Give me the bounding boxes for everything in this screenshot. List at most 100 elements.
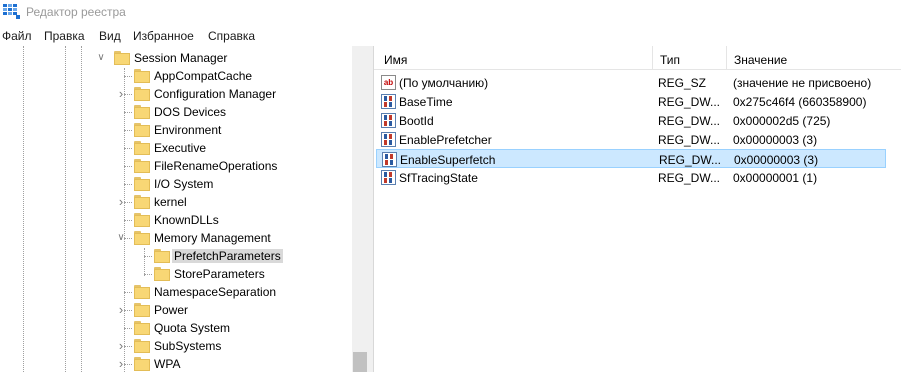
value-name: BaseTime xyxy=(399,95,453,109)
tree-node-label[interactable]: Memory Management xyxy=(152,231,273,245)
chevron-down-icon[interactable]: ∨ xyxy=(96,53,106,63)
tree-node-label[interactable]: Executive xyxy=(152,141,208,155)
binary-value-icon xyxy=(382,152,397,167)
menu-help[interactable]: Справка xyxy=(208,29,255,43)
value-row[interactable]: ab (По умолчанию) REG_SZ (значение не присв… xyxy=(376,73,886,92)
tree-node-label[interactable]: StoreParameters xyxy=(172,267,267,281)
value-type: REG_DW... xyxy=(658,114,721,128)
tree-connector xyxy=(124,292,132,293)
tree-node-label[interactable]: Quota System xyxy=(152,321,232,335)
tree-connector xyxy=(124,220,132,221)
menu-view[interactable]: Вид xyxy=(99,29,121,43)
value-row[interactable]: EnableSuperfetch REG_DW... 0x00000003 (3) xyxy=(376,149,886,168)
folder-icon xyxy=(134,69,150,83)
chevron-right-icon[interactable]: › xyxy=(116,357,126,370)
menu-bar: Файл Правка Вид Избранное Справка xyxy=(0,26,901,46)
tree-scrollbar-thumb[interactable] xyxy=(353,352,367,372)
value-type: REG_DW... xyxy=(658,95,721,109)
tree-guide-line xyxy=(81,46,82,372)
tree-guide-line xyxy=(65,46,66,372)
tree-node-label[interactable]: Environment xyxy=(152,123,223,137)
chevron-right-icon[interactable]: › xyxy=(116,339,126,352)
value-name: BootId xyxy=(399,114,434,128)
tree-connector xyxy=(144,256,152,257)
tree-node-label[interactable]: DOS Devices xyxy=(152,105,228,119)
binary-value-icon xyxy=(381,94,396,109)
value-name: EnableSuperfetch xyxy=(400,153,496,167)
value-row[interactable]: BaseTime REG_DW... 0x275c46f4 (660358900) xyxy=(376,92,886,111)
tree-node-label[interactable]: SubSystems xyxy=(152,339,223,353)
chevron-right-icon[interactable]: › xyxy=(116,87,126,100)
list-header: Имя Тип Значение xyxy=(374,46,901,70)
tree-node-label[interactable]: Session Manager xyxy=(132,51,229,65)
column-header-name[interactable]: Имя xyxy=(384,53,407,67)
string-value-icon: ab xyxy=(381,75,396,90)
value-data: 0x275c46f4 (660358900) xyxy=(733,95,867,109)
tree-connector xyxy=(124,328,132,329)
folder-icon xyxy=(134,213,150,227)
folder-icon xyxy=(114,51,130,65)
folder-icon xyxy=(134,159,150,173)
chevron-right-icon[interactable]: › xyxy=(116,303,126,316)
tree-node-label[interactable]: NamespaceSeparation xyxy=(152,285,278,299)
folder-icon xyxy=(154,267,170,281)
value-data: 0x000002d5 (725) xyxy=(733,114,831,128)
chevron-right-icon[interactable]: › xyxy=(116,195,126,208)
folder-icon xyxy=(134,357,150,371)
folder-icon xyxy=(134,123,150,137)
folder-icon xyxy=(134,105,150,119)
tree-node-label[interactable]: AppCompatCache xyxy=(152,69,254,83)
folder-icon xyxy=(134,87,150,101)
value-data: 0x00000001 (1) xyxy=(733,171,818,185)
menu-favorites[interactable]: Избранное xyxy=(133,29,194,43)
value-data: 0x00000003 (3) xyxy=(733,133,818,147)
value-row[interactable]: BootId REG_DW... 0x000002d5 (725) xyxy=(376,111,886,130)
value-data: (значение не присвоено) xyxy=(733,76,872,90)
value-row[interactable]: SfTracingState REG_DW... 0x00000001 (1) xyxy=(376,168,886,187)
value-type: REG_SZ xyxy=(658,76,707,90)
tree-node-label[interactable]: I/O System xyxy=(152,177,215,191)
column-separator[interactable] xyxy=(726,46,727,70)
binary-value-icon xyxy=(381,170,396,185)
tree-connector xyxy=(144,274,152,275)
folder-icon xyxy=(134,321,150,335)
value-type: REG_DW... xyxy=(659,153,722,167)
value-name: (По умолчанию) xyxy=(399,76,489,90)
tree-node-label[interactable]: WPA xyxy=(152,357,182,371)
menu-file[interactable]: Файл xyxy=(2,29,32,43)
tree-connector xyxy=(124,148,132,149)
values-list[interactable]: Имя Тип Значение ab (По умолчанию) REG_SZ (… xyxy=(374,46,901,372)
tree-node-label[interactable]: KnownDLLs xyxy=(152,213,221,227)
tree-node-label[interactable]: Configuration Manager xyxy=(152,87,278,101)
binary-value-icon xyxy=(381,132,396,147)
menu-edit[interactable]: Правка xyxy=(44,29,85,43)
folder-icon xyxy=(134,231,150,245)
window-title: Редактор реестра xyxy=(26,5,126,19)
tree-connector xyxy=(124,130,132,131)
value-type: REG_DW... xyxy=(658,133,721,147)
tree-scrollbar[interactable] xyxy=(352,46,368,372)
folder-icon xyxy=(134,195,150,209)
tree-node-label[interactable]: kernel xyxy=(152,195,189,209)
tree-node-label[interactable]: Power xyxy=(152,303,190,317)
tree-connector xyxy=(124,166,132,167)
folder-icon xyxy=(134,285,150,299)
chevron-down-icon[interactable]: ∨ xyxy=(116,233,126,243)
tree-node-label[interactable]: FileRenameOperations xyxy=(152,159,279,173)
binary-value-icon xyxy=(381,113,396,128)
column-header-type[interactable]: Тип xyxy=(660,53,680,67)
registry-editor-icon xyxy=(3,4,20,19)
value-name: EnablePrefetcher xyxy=(399,133,492,147)
tree-node-label[interactable]: PrefetchParameters xyxy=(172,249,283,263)
folder-icon xyxy=(134,177,150,191)
folder-icon xyxy=(134,339,150,353)
title-bar: Редактор реестра xyxy=(0,0,901,26)
value-data: 0x00000003 (3) xyxy=(734,153,819,167)
registry-tree[interactable]: ∨ Session Manager AppCompatCache › Configura… xyxy=(0,46,368,372)
column-separator[interactable] xyxy=(652,46,653,70)
column-header-value[interactable]: Значение xyxy=(734,53,787,67)
value-row[interactable]: EnablePrefetcher REG_DW... 0x00000003 (3) xyxy=(376,130,886,149)
value-type: REG_DW... xyxy=(658,171,721,185)
value-name: SfTracingState xyxy=(399,171,478,185)
tree-connector xyxy=(124,184,132,185)
